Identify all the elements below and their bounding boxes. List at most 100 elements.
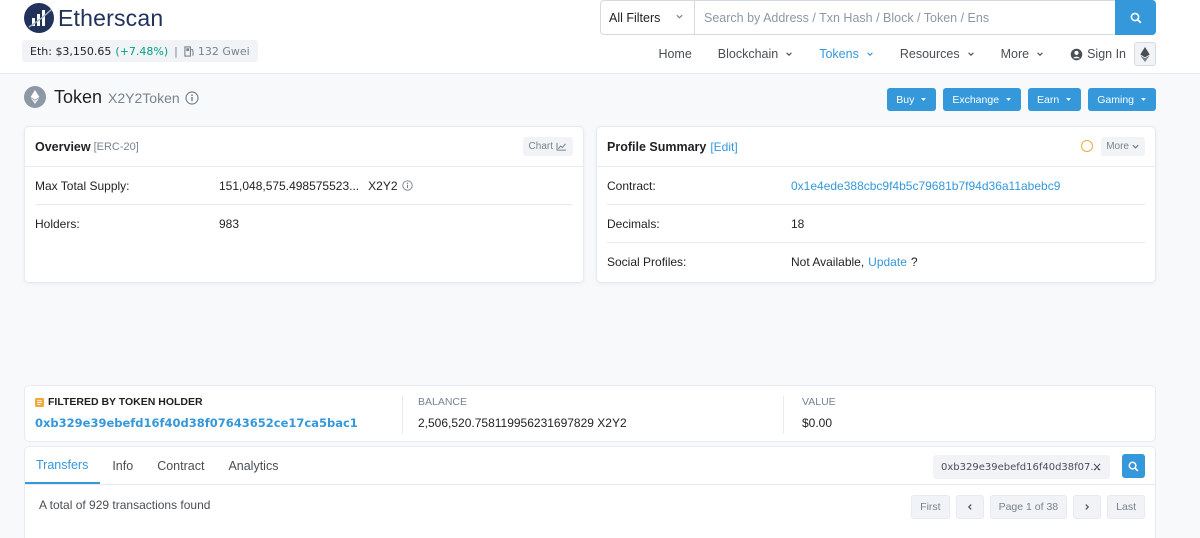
social-update-link[interactable]: Update xyxy=(868,255,907,269)
last-page-button[interactable]: Last xyxy=(1107,495,1145,519)
balance-value: 2,506,520.758119956231697829 X2Y2 xyxy=(418,416,627,430)
max-supply-value: 151,048,575.498575523... xyxy=(219,178,360,193)
nav-blockchain[interactable]: Blockchain xyxy=(718,47,793,61)
next-page-button[interactable] xyxy=(1073,495,1102,519)
holder-address-link[interactable]: 0xb329e39ebefd16f40d38f07643652ce17ca5ba… xyxy=(35,416,358,430)
balance-column: BALANCE 2,506,520.758119956231697829 X2Y… xyxy=(418,396,627,430)
chevron-down-icon xyxy=(1037,52,1043,56)
contract-address-link[interactable]: 0x1e4ede388cbc9f4b5c79681b7f94d36a11abeb… xyxy=(791,179,1060,193)
nav-sign-in-label: Sign In xyxy=(1087,47,1126,61)
search-icon xyxy=(1130,12,1141,23)
contract-row: Contract: 0x1e4ede388cbc9f4b5c79681b7f94… xyxy=(607,167,1145,205)
decimals-row: Decimals: 18 xyxy=(607,205,1145,243)
max-supply-symbol: X2Y2 xyxy=(368,178,398,193)
chart-label: Chart xyxy=(528,141,553,152)
page-title-main: Token xyxy=(54,86,103,107)
holder-filter-label: FILTERED BY TOKEN HOLDER xyxy=(48,396,203,408)
profile-card-header: Profile Summary [Edit] More xyxy=(597,127,1155,167)
nav-sign-in[interactable]: Sign In xyxy=(1070,47,1126,61)
status-indicator-icon xyxy=(1081,140,1093,152)
max-supply-label: Max Total Supply: xyxy=(35,178,130,193)
holders-value: 983 xyxy=(219,217,240,231)
action-buttons: Buy Exchange Earn Gaming xyxy=(880,88,1156,111)
value-value: $0.00 xyxy=(802,416,833,430)
nav-home-label: Home xyxy=(658,47,692,61)
eth-price: Eth: $3,150.65 xyxy=(30,44,112,58)
eth-price-change: (+7.48%) xyxy=(115,44,169,58)
gas-value: 132 Gwei xyxy=(197,44,250,58)
ethereum-icon xyxy=(1140,46,1150,62)
nav-more[interactable]: More xyxy=(1001,47,1044,61)
token-holder-filter-card: FILTERED BY TOKEN HOLDER 0xb329e39ebefd1… xyxy=(24,385,1156,442)
gas-price[interactable]: 132 Gwei xyxy=(184,45,250,58)
profile-title: Profile Summary xyxy=(607,139,707,154)
chart-button[interactable]: Chart xyxy=(522,137,573,156)
etherscan-logo[interactable]: Etherscan xyxy=(24,3,163,33)
overview-title: Overview xyxy=(35,139,91,154)
info-icon[interactable] xyxy=(401,180,413,191)
earn-label: Earn xyxy=(1037,93,1060,106)
page-title-token-name: X2Y2Token xyxy=(108,90,180,106)
value-label: VALUE xyxy=(802,396,836,408)
max-supply-value-group: 151,048,575.498575523... X2Y2 xyxy=(219,179,413,193)
holders-row: Holders: 983 xyxy=(35,205,573,243)
tab-contract[interactable]: Contract xyxy=(145,447,216,484)
search-filter-value: All Filters xyxy=(609,10,661,25)
gaming-button[interactable]: Gaming xyxy=(1088,88,1156,111)
balance-label: BALANCE xyxy=(418,396,468,408)
exchange-label: Exchange xyxy=(952,93,1000,106)
holders-label: Holders: xyxy=(35,217,80,231)
info-icon[interactable] xyxy=(185,90,199,105)
tab-transfers[interactable]: Transfers xyxy=(25,447,101,484)
site-header: Etherscan Eth: $3,150.65 (+7.48%) | 132 … xyxy=(0,0,1200,74)
profile-more-button[interactable]: More xyxy=(1101,137,1145,156)
holder-filter-chip[interactable]: 0xb329e39ebefd16f40d38f07... × xyxy=(933,455,1110,479)
nav-blockchain-label: Blockchain xyxy=(717,47,779,61)
value-column: VALUE $0.00 xyxy=(802,396,836,430)
close-icon[interactable]: × xyxy=(1092,460,1102,474)
nav-more-label: More xyxy=(1000,47,1030,61)
tab-analytics[interactable]: Analytics xyxy=(216,447,290,484)
separator: | xyxy=(174,44,178,58)
tab-info[interactable]: Info xyxy=(100,447,145,484)
pagination: First Page 1 of 38 Last xyxy=(905,495,1145,519)
search-icon xyxy=(1128,461,1139,471)
prev-page-button[interactable] xyxy=(955,495,984,519)
search-input[interactable] xyxy=(695,1,1115,34)
nav-tokens[interactable]: Tokens xyxy=(819,47,874,61)
holder-column: FILTERED BY TOKEN HOLDER 0xb329e39ebefd1… xyxy=(35,396,358,430)
search-filter-select[interactable]: All Filters xyxy=(601,1,695,34)
chevron-down-icon xyxy=(967,52,974,56)
search-button[interactable] xyxy=(1115,0,1156,35)
profile-more-label: More xyxy=(1106,141,1129,152)
user-circle-icon xyxy=(1070,48,1083,60)
chevron-down-icon xyxy=(1006,98,1011,101)
profile-edit-link[interactable]: [Edit] xyxy=(710,140,737,154)
chevron-down-icon xyxy=(1066,98,1072,101)
gaming-label: Gaming xyxy=(1097,93,1134,106)
earn-button[interactable]: Earn xyxy=(1028,88,1082,111)
etherscan-logo-icon xyxy=(24,3,54,33)
exchange-button[interactable]: Exchange xyxy=(943,88,1022,111)
page-title: Token X2Y2Token xyxy=(24,86,199,108)
social-profiles-label: Social Profiles: xyxy=(607,255,687,269)
decimals-label: Decimals: xyxy=(607,216,660,231)
decimals-value: 18 xyxy=(791,216,805,231)
transfers-card: Transfers Info Contract Analytics 0xb329… xyxy=(24,446,1156,538)
social-question-mark: ? xyxy=(910,255,918,269)
eth-price-bar: Eth: $3,150.65 (+7.48%) | 132 Gwei xyxy=(22,40,258,62)
nav-resources[interactable]: Resources xyxy=(900,47,975,61)
transactions-count: A total of 929 transactions found xyxy=(39,498,211,512)
holder-search-button[interactable] xyxy=(1122,454,1145,478)
ethereum-icon xyxy=(30,90,40,104)
max-supply-row: Max Total Supply: 151,048,575.498575523.… xyxy=(35,167,573,205)
buy-button[interactable]: Buy xyxy=(887,88,937,111)
page-indicator: Page 1 of 38 xyxy=(989,495,1068,519)
logo-text: Etherscan xyxy=(58,4,164,31)
chevron-down-icon xyxy=(921,98,927,101)
nav-home[interactable]: Home xyxy=(658,47,691,61)
token-standard-tag: [ERC-20] xyxy=(93,140,139,153)
search-bar: All Filters xyxy=(600,0,1156,35)
network-switch-button[interactable] xyxy=(1134,42,1156,66)
first-page-button[interactable]: First xyxy=(911,495,950,519)
